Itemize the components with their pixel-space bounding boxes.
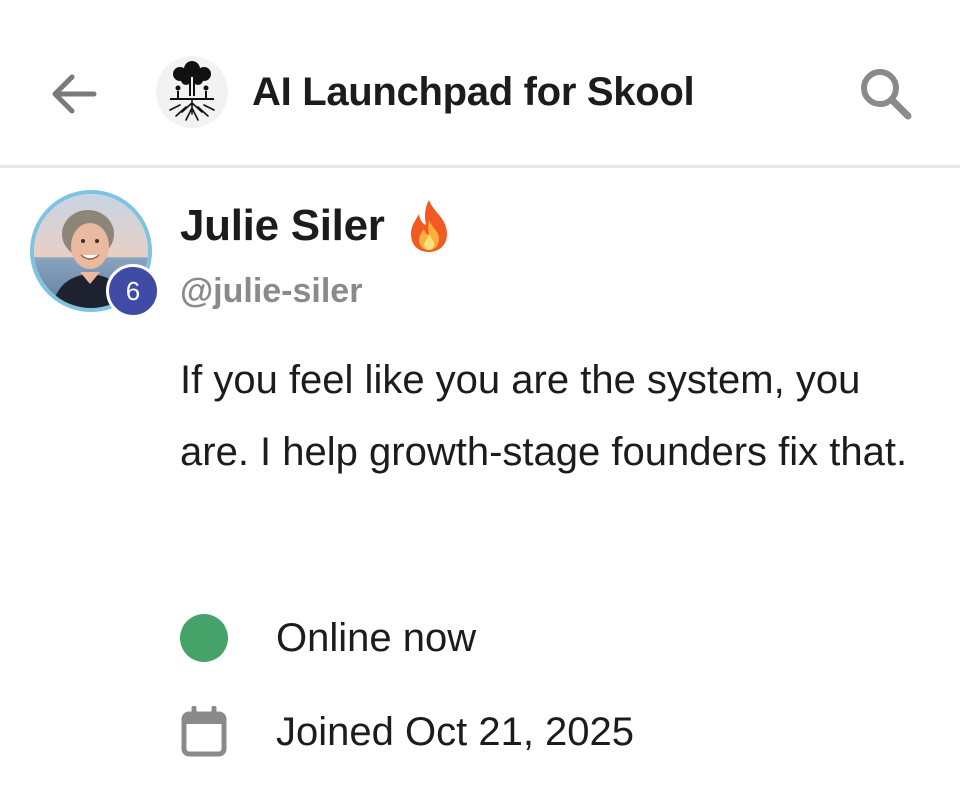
- top-app-bar: AI Launchpad for Skool: [0, 0, 960, 168]
- tree-logo-icon: [156, 56, 228, 128]
- joined-date-text: Joined Oct 21, 2025: [276, 709, 635, 754]
- search-icon: [861, 69, 912, 120]
- online-status-text: Online now: [276, 615, 477, 660]
- back-button[interactable]: [46, 66, 102, 122]
- profile-avatar-container: 6: [30, 190, 160, 318]
- joined-date-row: Joined Oct 21, 2025: [180, 702, 634, 762]
- arrow-left-icon: [52, 74, 97, 114]
- group-logo[interactable]: [156, 56, 228, 128]
- level-badge: 6: [106, 264, 160, 318]
- fire-icon: [410, 200, 447, 252]
- profile-name: Julie Siler: [180, 201, 385, 250]
- profile-handle: @julie-siler: [180, 272, 363, 310]
- profile-name-row: Julie Siler: [180, 196, 455, 256]
- profile-bio: If you feel like you are the system, you…: [180, 358, 908, 474]
- online-status-dot: [180, 614, 228, 662]
- online-status-row: Online now: [180, 608, 476, 668]
- search-button[interactable]: [856, 64, 916, 124]
- calendar-icon: [181, 706, 227, 757]
- group-title: AI Launchpad for Skool: [252, 70, 695, 114]
